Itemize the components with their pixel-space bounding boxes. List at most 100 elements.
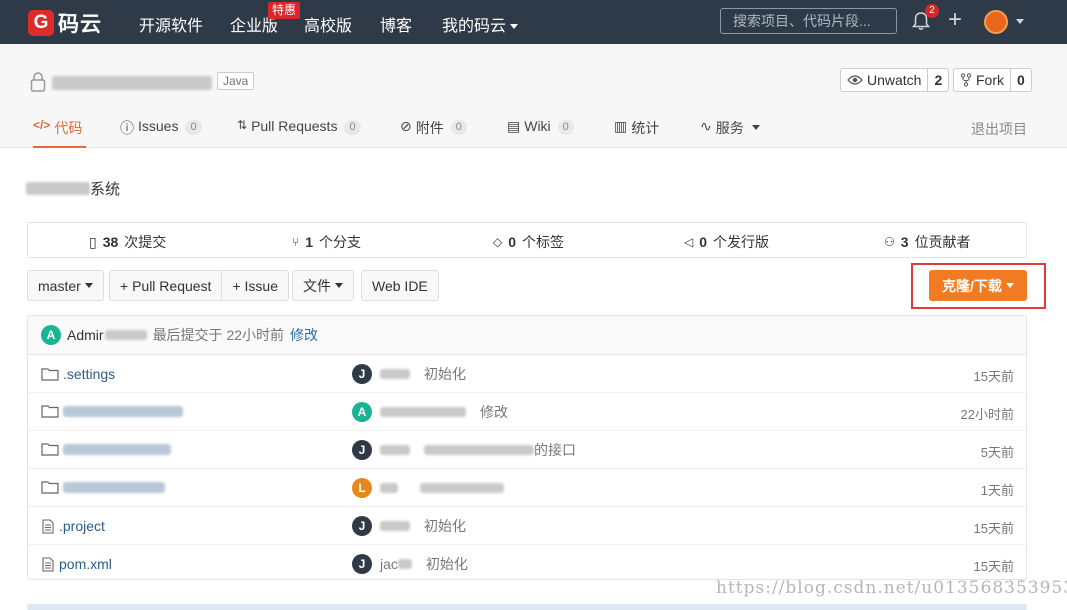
file-name-cell[interactable] [41, 404, 183, 418]
stat-tags[interactable]: ◇ 0 个标签 [493, 232, 564, 252]
fork-count[interactable]: 0 [1011, 69, 1031, 91]
file-name: pom.xml [59, 556, 112, 572]
new-issue-button[interactable]: + Issue [221, 271, 288, 300]
issue-icon: ⓘ [120, 120, 134, 136]
file-name-cell[interactable] [41, 480, 165, 494]
fork-button[interactable]: Fork [954, 69, 1011, 91]
commit-message[interactable]: 初始化 [424, 364, 466, 384]
last-commit-message[interactable]: 修改 [290, 325, 318, 345]
tab-services-label: 服务 [715, 120, 744, 136]
author-blurred [397, 559, 412, 569]
logo[interactable]: G 码云 [28, 8, 102, 38]
pull-request-icon: ⇅ [237, 118, 248, 132]
tab-wiki[interactable]: ▤ Wiki 0 [507, 118, 574, 148]
avatar[interactable]: J [352, 516, 372, 536]
tab-issues-label: Issues [138, 118, 179, 134]
avatar[interactable]: A [352, 402, 372, 422]
author-blurred [380, 445, 410, 455]
commit-message[interactable]: 的接口 [534, 440, 576, 460]
author-blurred [380, 521, 410, 531]
search-input[interactable] [720, 8, 897, 34]
stat-commits-label: 次提交 [124, 234, 167, 250]
watch-button[interactable]: Unwatch [841, 69, 929, 91]
commit-time: 22小时前 [960, 407, 1014, 422]
code-icon: </> [33, 118, 51, 132]
new-pull-request-button[interactable]: + Pull Request [110, 271, 221, 300]
avatar[interactable]: L [352, 478, 372, 498]
stat-commits-value: 38 [102, 234, 119, 250]
file-name: .project [59, 518, 105, 534]
plus-icon[interactable]: + [948, 8, 962, 32]
file-menu-button[interactable]: 文件 [292, 270, 354, 301]
last-commit-bar: A Admir 最后提交于 22小时前 修改 [28, 316, 1026, 355]
commit-cell: L [352, 478, 504, 498]
commit-message[interactable]: 初始化 [424, 516, 466, 536]
table-row[interactable]: L 1天前 [28, 469, 1026, 507]
commit-message[interactable]: 修改 [480, 402, 508, 422]
file-name-cell[interactable]: pom.xml [41, 556, 112, 572]
folder-icon [41, 481, 59, 494]
stat-releases[interactable]: ◁ 0 个发行版 [684, 232, 769, 252]
file-name-cell[interactable]: .settings [41, 366, 115, 382]
stat-branches[interactable]: ⑂ 1 个分支 [292, 232, 361, 252]
nav-my-gitee[interactable]: 我的码云 [442, 12, 519, 36]
stat-contributors-value: 3 [900, 234, 909, 250]
watch-label: Unwatch [867, 72, 922, 88]
clone-download-button[interactable]: 克隆/下载 [929, 270, 1027, 301]
tab-code-label: 代码 [54, 120, 83, 136]
avatar[interactable]: J [352, 364, 372, 384]
tab-stats[interactable]: ▥ 统计 [614, 118, 659, 148]
commit-time: 15天前 [973, 521, 1014, 536]
commit-author[interactable]: jac [380, 556, 412, 572]
commit-message[interactable]: 初始化 [426, 554, 468, 574]
fork-button-group[interactable]: Fork 0 [953, 68, 1032, 92]
attachment-icon: ⊘ [400, 118, 412, 134]
table-row[interactable]: .project J 初始化 15天前 [28, 507, 1026, 545]
nav-education[interactable]: 高校版 [304, 12, 352, 36]
tab-code[interactable]: </> 代码 [33, 118, 86, 148]
tab-pull-requests[interactable]: ⇅ Pull Requests 0 [237, 118, 361, 148]
description-blurred [26, 182, 90, 195]
exit-project-link[interactable]: 退出项目 [971, 119, 1027, 139]
branch-select[interactable]: master [27, 270, 104, 301]
description-suffix: 系统 [90, 181, 121, 198]
avatar[interactable]: J [352, 554, 372, 574]
last-commit-author[interactable]: Admir [67, 327, 147, 343]
file-name-cell[interactable] [41, 442, 171, 456]
nav-open-source[interactable]: 开源软件 [139, 12, 203, 36]
watch-button-group[interactable]: Unwatch 2 [840, 68, 950, 92]
commit-time: 15天前 [973, 559, 1014, 574]
tab-attachments[interactable]: ⊘ 附件 0 [400, 118, 467, 148]
watch-count[interactable]: 2 [928, 69, 948, 91]
commit-author-prefix: jac [380, 556, 398, 572]
file-name-cell[interactable]: .project [41, 518, 105, 534]
tab-issues[interactable]: ⓘ Issues 0 [120, 118, 202, 148]
table-row[interactable]: J 的接口 5天前 [28, 431, 1026, 469]
last-commit-time: 最后提交于 22小时前 [152, 327, 285, 343]
table-row[interactable]: .settings J 初始化 15天前 [28, 355, 1026, 393]
user-avatar[interactable] [984, 10, 1008, 34]
stat-tags-label: 个标签 [522, 234, 565, 250]
file-icon [42, 518, 54, 534]
tab-services[interactable]: ∿ 服务 [700, 118, 760, 148]
readme-panel-edge [27, 604, 1027, 610]
web-ide-button[interactable]: Web IDE [361, 270, 439, 301]
table-row[interactable]: pom.xml J jac 初始化 15天前 [28, 545, 1026, 579]
clone-download-label: 克隆/下载 [942, 277, 1002, 294]
lock-icon [30, 71, 46, 96]
repo-name-blurred[interactable] [52, 76, 212, 90]
top-navbar: G 码云 开源软件 企业版 特惠 高校版 博客 我的码云 2 + [0, 0, 1067, 44]
chevron-down-icon [84, 283, 93, 288]
branch-icon: ⑂ [292, 235, 300, 249]
tab-stats-label: 统计 [631, 120, 660, 136]
avatar[interactable]: A [41, 325, 61, 345]
stat-releases-value: 0 [699, 234, 708, 250]
stat-commits[interactable]: ▯ 38 次提交 [89, 232, 166, 252]
chevron-down-icon[interactable] [1016, 19, 1024, 24]
avatar[interactable]: J [352, 440, 372, 460]
stat-contributors[interactable]: ⚇ 3 位贡献者 [884, 232, 971, 252]
table-row[interactable]: A 修改 22小时前 [28, 393, 1026, 431]
file-name-blurred [63, 443, 171, 455]
nav-blog[interactable]: 博客 [380, 12, 412, 36]
chevron-down-icon [751, 125, 760, 130]
